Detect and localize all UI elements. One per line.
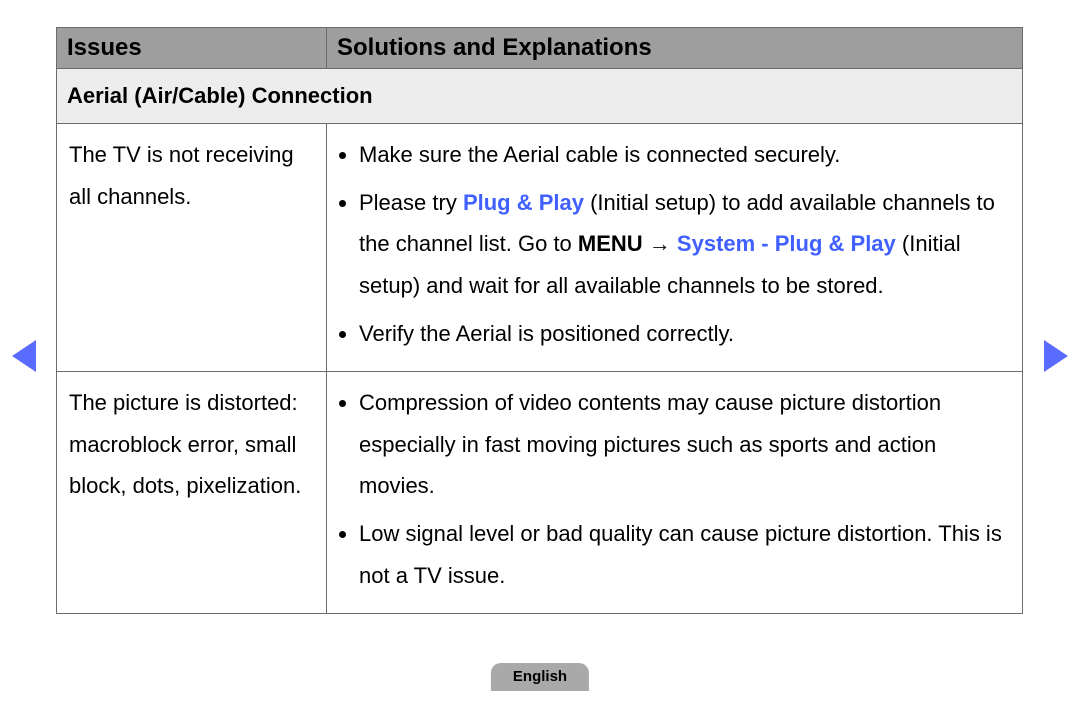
highlight-plug-and-play: Plug & Play: [463, 190, 584, 215]
solution-bullet: Make sure the Aerial cable is connected …: [359, 134, 1010, 176]
menu-label: MENU: [578, 231, 643, 256]
solution-bullet: Please try Plug & Play (Initial setup) t…: [359, 182, 1010, 307]
solution-bullet: Compression of video contents may cause …: [359, 382, 1010, 507]
table-header-row: Issues Solutions and Explanations: [57, 28, 1023, 69]
col-header-solutions: Solutions and Explanations: [327, 28, 1023, 69]
solution-cell: Make sure the Aerial cable is connected …: [327, 123, 1023, 371]
solution-bullet: Verify the Aerial is positioned correctl…: [359, 313, 1010, 355]
solution-cell: Compression of video contents may cause …: [327, 371, 1023, 613]
issue-cell: The TV is not receiving all channels.: [57, 123, 327, 371]
table-row: The picture is distorted: macroblock err…: [57, 371, 1023, 613]
language-indicator: English: [491, 663, 589, 691]
section-header-row: Aerial (Air/Cable) Connection: [57, 69, 1023, 124]
highlight-system-plug-and-play: System - Plug & Play: [677, 231, 896, 256]
table-row: The TV is not receiving all channels. Ma…: [57, 123, 1023, 371]
issue-cell: The picture is distorted: macroblock err…: [57, 371, 327, 613]
troubleshooting-table: Issues Solutions and Explanations Aerial…: [56, 27, 1023, 614]
prev-page-arrow-icon[interactable]: [12, 340, 36, 372]
col-header-issues: Issues: [57, 28, 327, 69]
next-page-arrow-icon[interactable]: [1044, 340, 1068, 372]
section-title: Aerial (Air/Cable) Connection: [57, 69, 1023, 124]
solution-bullet: Low signal level or bad quality can caus…: [359, 513, 1010, 597]
